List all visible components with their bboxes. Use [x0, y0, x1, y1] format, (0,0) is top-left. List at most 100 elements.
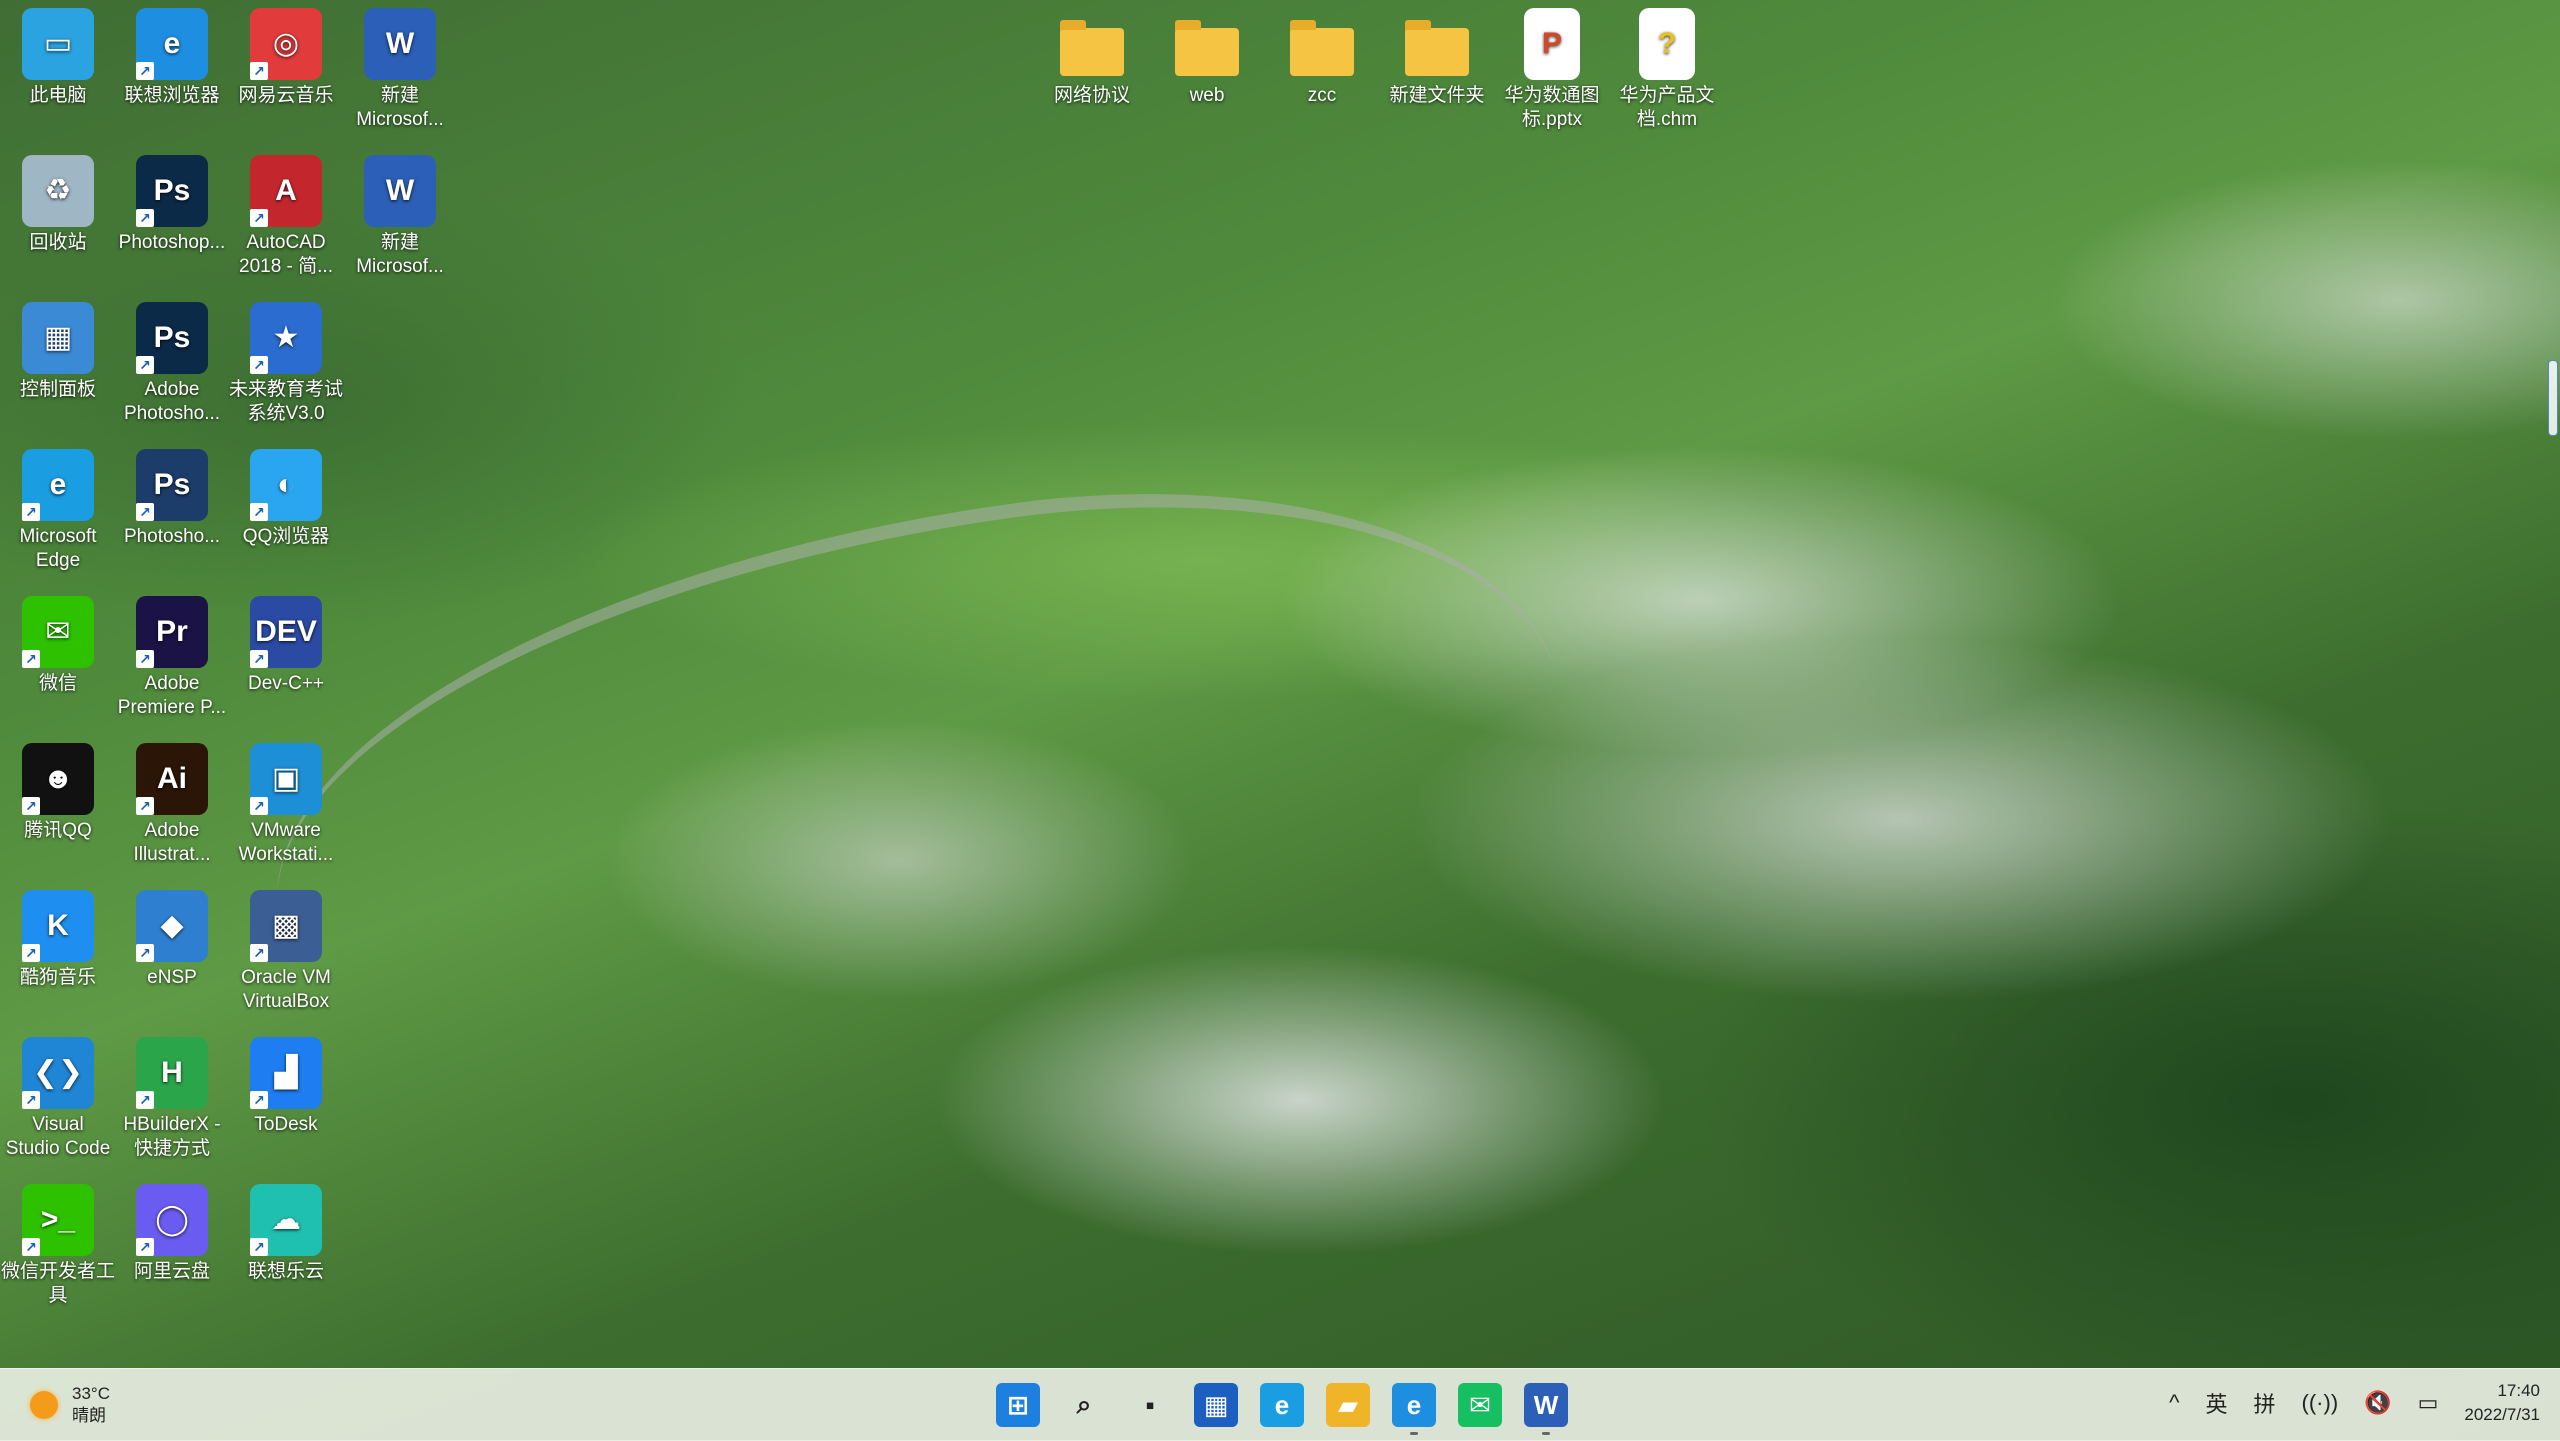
netease-music-icon: ◎ ↗ [250, 8, 322, 80]
weather-widget[interactable]: 33°C 晴朗 [30, 1383, 110, 1427]
desktop-icon[interactable]: Ps ↗ Photosho... [114, 449, 230, 549]
desktop-icon[interactable]: ✉ ↗ 微信 [0, 596, 116, 696]
desktop-icon[interactable]: ◯ ↗ 阿里云盘 [114, 1184, 230, 1284]
desktop-icon-label: 联想乐云 [247, 1261, 324, 1282]
desktop-icon[interactable]: H ↗ HBuilderX - 快捷方式 [114, 1037, 230, 1161]
edge-scroll-handle[interactable] [2548, 360, 2558, 436]
desktop-icon-label: Adobe Illustrat... [133, 820, 211, 865]
shortcut-arrow-icon: ↗ [22, 1091, 40, 1109]
desktop-file[interactable]: P 华为数通图 标.pptx [1494, 8, 1610, 132]
desktop-icon[interactable]: Ps ↗ Adobe Photosho... [114, 302, 230, 426]
wallpaper-river [236, 431, 1584, 1043]
shortcut-arrow-icon: ↗ [250, 62, 268, 80]
chm-file-icon: ? [1639, 8, 1695, 80]
volume-muted-icon[interactable]: 🔇 [2364, 1390, 2391, 1416]
desktop-icon[interactable]: e ↗ Microsoft Edge [0, 449, 116, 573]
desktop-icon[interactable]: ◎ ↗ 网易云音乐 [228, 8, 344, 108]
folder-icon [1056, 8, 1128, 80]
desktop-icon[interactable]: ◐ ↗ QQ浏览器 [228, 449, 344, 549]
desktop-icon[interactable]: Pr ↗ Adobe Premiere P... [114, 596, 230, 720]
shortcut-arrow-icon: ↗ [250, 1238, 268, 1256]
desktop-icon-label: ToDesk [254, 1114, 318, 1135]
shortcut-arrow-icon: ↗ [250, 1091, 268, 1109]
desktop-folder[interactable]: 新建文件夹 [1379, 8, 1495, 108]
store-icon[interactable]: ▦ [1194, 1383, 1238, 1427]
desktop-icon-label: 新建 Microsof... [356, 85, 444, 130]
folder-icon [1286, 8, 1358, 80]
word-icon[interactable]: W [1524, 1383, 1568, 1435]
vmware-icon: ▣ ↗ [250, 743, 322, 815]
shortcut-arrow-icon: ↗ [250, 650, 268, 668]
lenovo-browser-icon[interactable]: e [1392, 1383, 1436, 1435]
desktop-icon[interactable]: >_ ↗ 微信开发者工 具 [0, 1184, 116, 1308]
clock[interactable]: 17:40 2022/7/31 [2464, 1379, 2540, 1427]
desktop-icon-label: 回收站 [29, 232, 87, 253]
aliyun-drive-icon: ◯ ↗ [136, 1184, 208, 1256]
recycle-bin-icon: ♻ [22, 155, 94, 227]
todesk-icon: ▟ ↗ [250, 1037, 322, 1109]
desktop-icon[interactable]: ☁ ↗ 联想乐云 [228, 1184, 344, 1284]
clock-time: 17:40 [2497, 1381, 2540, 1400]
desktop-icon[interactable]: ▭ 此电脑 [0, 8, 116, 108]
desktop-icon-label: 华为数通图 标.pptx [1504, 85, 1600, 130]
this-pc-icon: ▭ [22, 8, 94, 80]
ensp-icon: ◆ ↗ [136, 890, 208, 962]
task-view-button[interactable]: ▪ [1128, 1383, 1172, 1427]
desktop-icon[interactable]: ❮❯ ↗ Visual Studio Code [0, 1037, 116, 1161]
battery-icon[interactable]: ▭ [2418, 1390, 2439, 1416]
desktop-folder[interactable]: zcc [1264, 8, 1380, 108]
desktop-icon-label: 网易云音乐 [238, 85, 334, 106]
desktop-icon-label: HBuilderX - 快捷方式 [123, 1114, 221, 1159]
desktop-icon[interactable]: ☻ ↗ 腾讯QQ [0, 743, 116, 843]
ime-indicator[interactable]: 拼 [2254, 1387, 2276, 1419]
desktop-icon-label: 阿里云盘 [133, 1261, 210, 1282]
desktop-icon[interactable]: Ps ↗ Photoshop... [114, 155, 230, 255]
search-button[interactable]: ⌕ [1062, 1383, 1106, 1427]
desktop-icon-label: Adobe Premiere P... [117, 673, 227, 718]
desktop-icon[interactable]: ▣ ↗ VMware Workstati... [228, 743, 344, 867]
desktop-icon[interactable]: ▦ 控制面板 [0, 302, 116, 402]
system-tray: ^ 英 拼 ((·)) 🔇 ▭ 17:40 2022/7/31 [2169, 1379, 2540, 1427]
desktop-icon[interactable]: ▟ ↗ ToDesk [228, 1037, 344, 1137]
folder-icon [1171, 8, 1243, 80]
desktop-icon[interactable]: K ↗ 酷狗音乐 [0, 890, 116, 990]
desktop-icon[interactable]: ♻ 回收站 [0, 155, 116, 255]
edge-icon[interactable]: e [1260, 1383, 1304, 1427]
lenovo-browser-icon: e ↗ [136, 8, 208, 80]
desktop-icon-label: 控制面板 [19, 379, 96, 400]
desktop-icon[interactable]: DEV ↗ Dev-C++ [228, 596, 344, 696]
desktop-icon-label: Adobe Photosho... [123, 379, 221, 424]
desktop-icon[interactable]: Ai ↗ Adobe Illustrat... [114, 743, 230, 867]
file-explorer-icon[interactable]: ▰ [1326, 1383, 1370, 1427]
desktop-folder[interactable]: 网络协议 [1034, 8, 1150, 108]
desktop-icon-label: 联想浏览器 [124, 85, 220, 106]
desktop-file[interactable]: ? 华为产品文 档.chm [1609, 8, 1725, 132]
shortcut-arrow-icon: ↗ [136, 503, 154, 521]
desktop-icon[interactable]: ▩ ↗ Oracle VM VirtualBox [228, 890, 344, 1014]
show-hidden-icons-button[interactable]: ^ [2169, 1390, 2179, 1416]
desktop-icon-label: web [1189, 85, 1225, 106]
shortcut-arrow-icon: ↗ [136, 356, 154, 374]
desktop-icon-label: QQ浏览器 [242, 526, 330, 547]
desktop-folder[interactable]: web [1149, 8, 1265, 108]
devcpp-icon: DEV ↗ [250, 596, 322, 668]
desktop-icon[interactable]: e ↗ 联想浏览器 [114, 8, 230, 108]
wifi-icon[interactable]: ((·)) [2302, 1390, 2339, 1416]
desktop-icon-label: Photoshop... [118, 232, 226, 253]
shortcut-arrow-icon: ↗ [136, 650, 154, 668]
desktop-icon[interactable]: ◆ ↗ eNSP [114, 890, 230, 990]
folder-shape [1175, 20, 1239, 76]
clock-date: 2022/7/31 [2464, 1405, 2540, 1424]
folder-shape [1060, 20, 1124, 76]
messaging-icon[interactable]: ✉ [1458, 1383, 1502, 1427]
shortcut-arrow-icon: ↗ [136, 1091, 154, 1109]
start-button[interactable]: ⊞ [996, 1383, 1040, 1427]
desktop-icon[interactable]: A ↗ AutoCAD 2018 - 简... [228, 155, 344, 279]
shortcut-arrow-icon: ↗ [136, 797, 154, 815]
desktop-icon[interactable]: ★ ↗ 未来教育考试 系统V3.0 [228, 302, 344, 426]
shortcut-arrow-icon: ↗ [136, 209, 154, 227]
desktop-icon[interactable]: W 新建 Microsof... [342, 155, 458, 279]
desktop-icon-label: Visual Studio Code [5, 1114, 111, 1159]
desktop-icon[interactable]: W 新建 Microsof... [342, 8, 458, 132]
language-indicator[interactable]: 英 [2205, 1387, 2227, 1419]
